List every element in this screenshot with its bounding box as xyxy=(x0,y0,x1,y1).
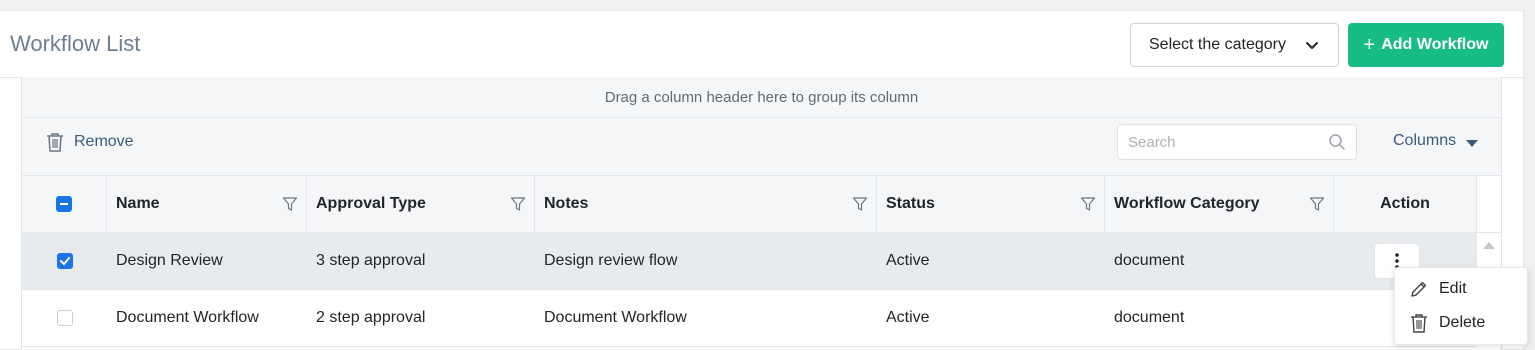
grid-toolbar: Remove Columns xyxy=(22,118,1501,176)
columns-label: Columns xyxy=(1393,132,1457,149)
row-checkbox[interactable] xyxy=(56,253,73,269)
row-action-menu: Edit Delete xyxy=(1394,267,1528,345)
column-header-label: Name xyxy=(116,195,160,212)
group-panel[interactable]: Drag a column header here to group its c… xyxy=(22,77,1501,118)
column-header-notes[interactable]: Notes xyxy=(535,176,877,232)
add-workflow-button[interactable]: + Add Workflow xyxy=(1348,23,1504,67)
remove-button[interactable]: Remove xyxy=(46,132,134,152)
category-select-value: Select the category xyxy=(1149,36,1286,53)
page-header: Workflow List Select the category + Add … xyxy=(0,11,1524,78)
column-header-label: Action xyxy=(1380,195,1430,212)
cell-workflow-category: document xyxy=(1114,309,1185,326)
column-header-label: Workflow Category xyxy=(1114,195,1260,212)
check-icon xyxy=(59,257,70,265)
cell-name: Design Review xyxy=(116,252,223,269)
row-select-cell xyxy=(22,233,107,289)
table-header: Name Approval Type Notes Status Workflow… xyxy=(22,176,1501,233)
column-header-label: Approval Type xyxy=(316,195,426,212)
search-box xyxy=(1117,124,1357,160)
column-header-workflow-category[interactable]: Workflow Category xyxy=(1105,176,1334,232)
column-header-label: Status xyxy=(886,195,935,212)
search-icon xyxy=(1329,134,1345,150)
row-select-cell xyxy=(22,290,107,346)
filter-icon[interactable] xyxy=(1309,196,1325,212)
remove-label: Remove xyxy=(74,133,134,150)
header-scroll-spacer xyxy=(1477,176,1501,232)
row-checkbox[interactable] xyxy=(56,310,73,326)
cell-approval-type: 2 step approval xyxy=(316,309,426,326)
cell-approval-type: 3 step approval xyxy=(316,252,426,269)
pencil-icon xyxy=(1411,281,1427,297)
cell-notes: Design review flow xyxy=(544,252,678,269)
cell-status: Active xyxy=(886,252,930,269)
chevron-down-icon xyxy=(1306,42,1318,49)
trash-icon xyxy=(1411,314,1427,333)
edit-menu-item[interactable]: Edit xyxy=(1395,272,1527,306)
scroll-up-arrow-icon[interactable] xyxy=(1483,242,1495,249)
filter-icon[interactable] xyxy=(1080,196,1096,212)
cell-name: Document Workflow xyxy=(116,309,259,326)
category-select[interactable]: Select the category xyxy=(1130,23,1339,67)
select-all-checkbox[interactable] xyxy=(56,196,72,212)
delete-menu-item[interactable]: Delete xyxy=(1395,306,1527,340)
table-row[interactable]: Document Workflow 2 step approval Docume… xyxy=(22,290,1477,347)
column-header-action: Action xyxy=(1334,176,1477,232)
table-row[interactable]: Design Review 3 step approval Design rev… xyxy=(22,233,1477,290)
page-title: Workflow List xyxy=(10,31,141,56)
filter-icon[interactable] xyxy=(282,196,298,212)
cell-status: Active xyxy=(886,309,930,326)
add-workflow-label: Add Workflow xyxy=(1381,36,1489,53)
columns-button[interactable]: Columns xyxy=(1393,132,1479,150)
column-header-status[interactable]: Status xyxy=(877,176,1105,232)
cell-notes: Document Workflow xyxy=(544,309,687,326)
trash-icon xyxy=(47,133,63,152)
cell-workflow-category: document xyxy=(1114,252,1185,269)
filter-icon[interactable] xyxy=(852,196,868,212)
header-select-all-cell xyxy=(22,176,107,232)
column-header-label: Notes xyxy=(544,195,589,212)
workflow-grid: Drag a column header here to group its c… xyxy=(21,77,1502,350)
caret-down-icon xyxy=(1466,139,1479,147)
column-header-name[interactable]: Name xyxy=(107,176,307,232)
search-input[interactable] xyxy=(1118,125,1328,159)
delete-label: Delete xyxy=(1439,314,1486,331)
column-header-approval-type[interactable]: Approval Type xyxy=(307,176,535,232)
filter-icon[interactable] xyxy=(510,196,526,212)
edit-label: Edit xyxy=(1439,280,1467,297)
plus-icon: + xyxy=(1363,34,1376,56)
